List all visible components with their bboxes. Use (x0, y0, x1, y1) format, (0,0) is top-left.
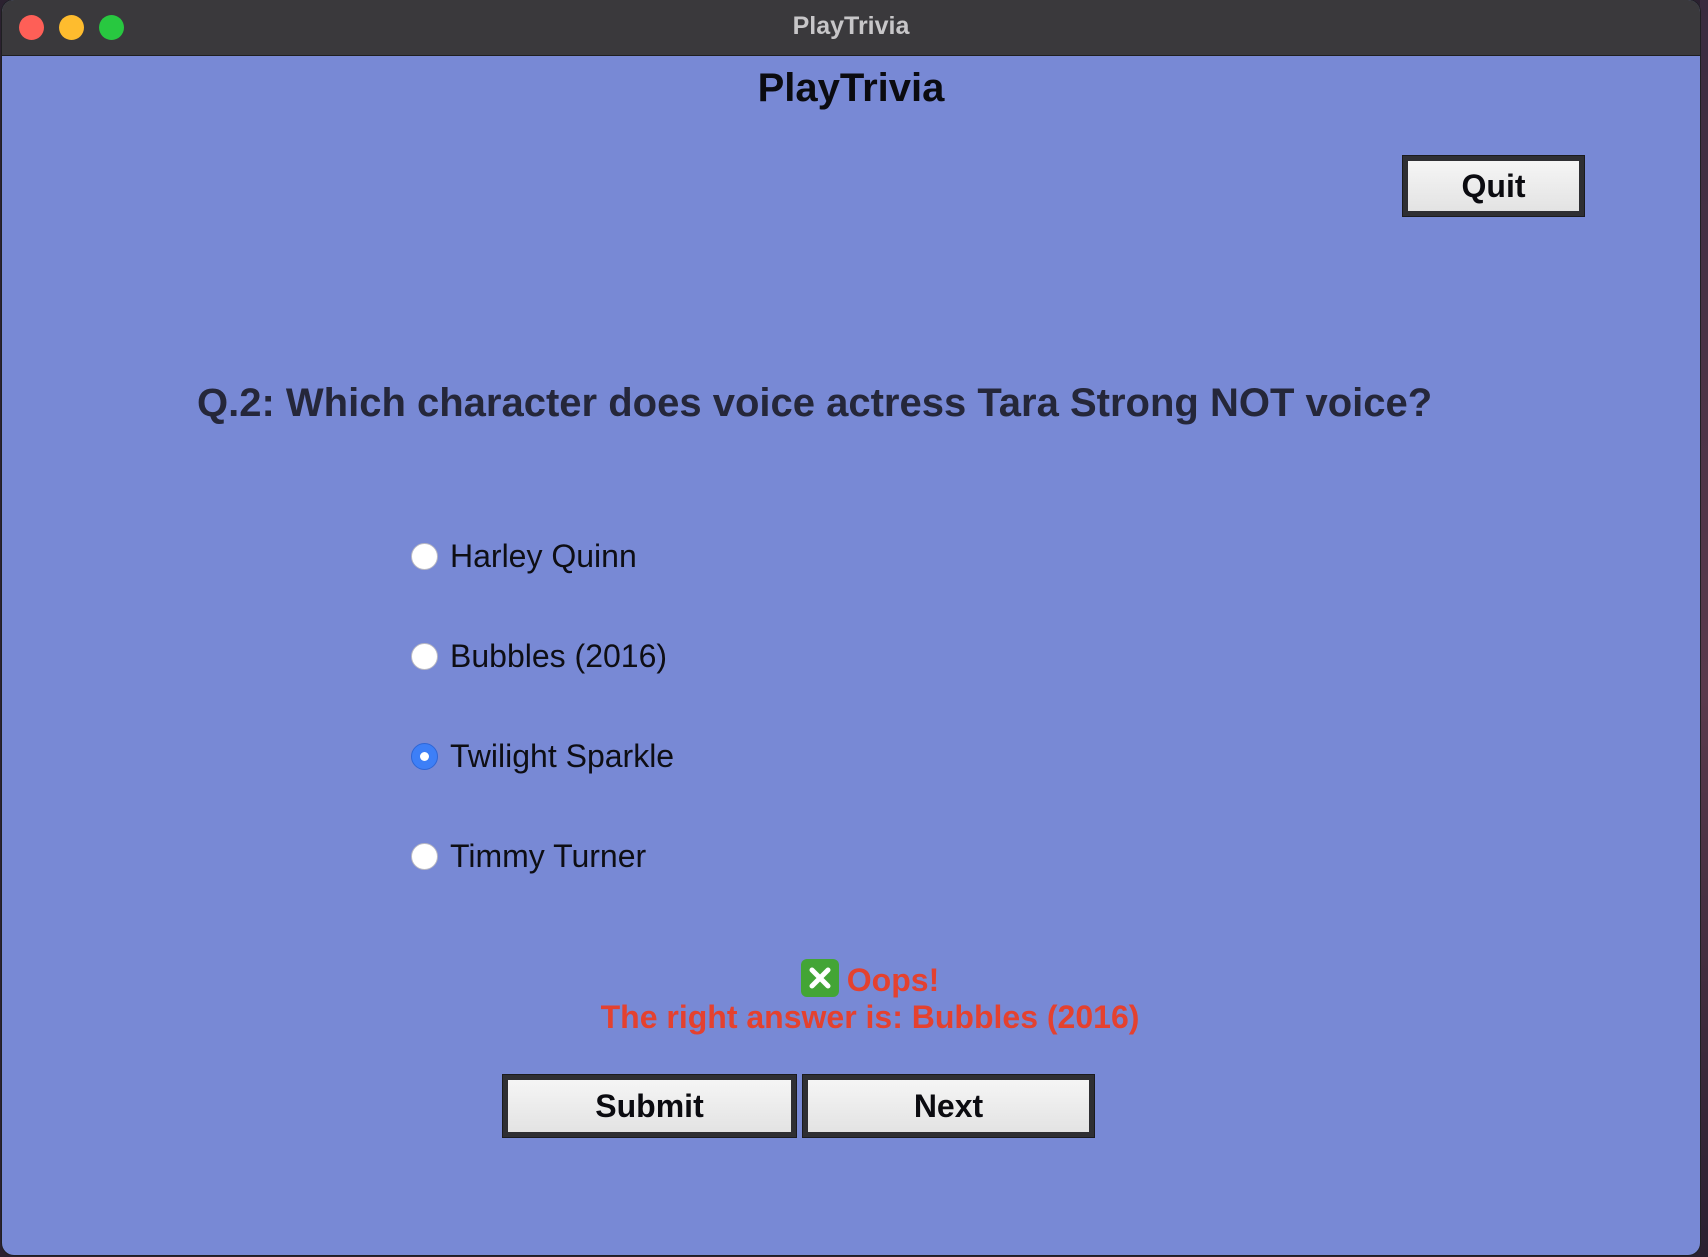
option-harley-quinn[interactable]: Harley Quinn (411, 536, 637, 576)
option-label: Bubbles (2016) (450, 637, 668, 674)
feedback-headline: Oops! (846, 962, 940, 998)
feedback-headline-row: Oops! (2, 959, 1700, 999)
radio-button[interactable] (411, 842, 438, 870)
desktop-background (1700, 0, 1708, 1257)
option-label: Timmy Turner (450, 837, 647, 874)
quit-button[interactable]: Quit (1402, 155, 1585, 217)
app-content: PlayTrivia Quit Q.2: Which character doe… (2, 56, 1700, 1255)
option-bubbles-2016[interactable]: Bubbles (2016) (411, 636, 667, 676)
app-heading: PlayTrivia (757, 66, 945, 110)
title-bar: PlayTrivia (2, 0, 1700, 56)
question-text: Q.2: Which character does voice actress … (197, 381, 1433, 425)
app-window: PlayTrivia PlayTrivia Quit Q.2: Which ch… (2, 0, 1700, 1255)
feedback-detail: The right answer is: Bubbles (2016) (600, 999, 1140, 1035)
next-button[interactable]: Next (802, 1074, 1095, 1138)
radio-button[interactable] (411, 542, 438, 570)
radio-button-selected[interactable] (411, 742, 438, 770)
option-label: Twilight Sparkle (450, 737, 675, 774)
radio-button[interactable] (411, 642, 438, 670)
option-label: Harley Quinn (450, 537, 637, 574)
option-twilight-sparkle[interactable]: Twilight Sparkle (411, 736, 674, 776)
cross-mark-icon (800, 959, 839, 997)
submit-button[interactable]: Submit (502, 1074, 797, 1138)
window-title: PlayTrivia (792, 12, 910, 40)
option-timmy-turner[interactable]: Timmy Turner (411, 836, 646, 876)
